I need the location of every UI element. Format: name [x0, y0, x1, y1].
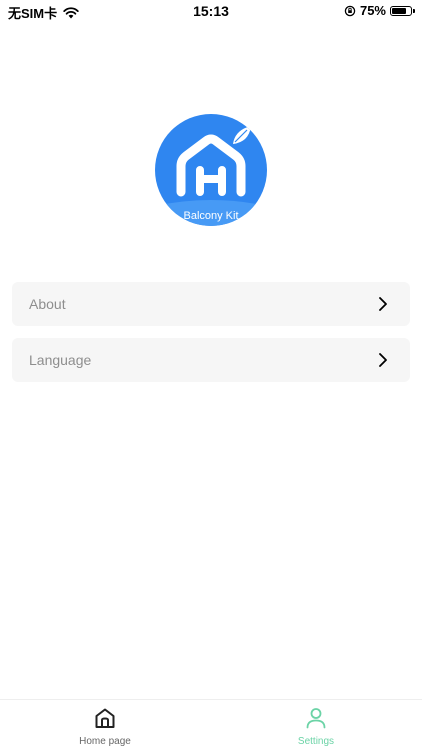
tab-bar: Home page Settings: [0, 699, 422, 751]
battery-fill: [392, 7, 406, 14]
tab-home-page[interactable]: Home page: [45, 706, 165, 750]
menu-item-label: Language: [29, 352, 92, 368]
chevron-right-icon: [379, 353, 387, 367]
orientation-lock-icon: [344, 5, 356, 16]
menu-item-label: About: [29, 296, 66, 312]
tab-label: Home page: [79, 736, 131, 747]
menu-item-about[interactable]: About: [12, 282, 410, 326]
logo-text: Balcony Kit: [183, 210, 239, 222]
battery-percent: 75%: [359, 3, 386, 18]
app-logo: Balcony Kit: [155, 114, 267, 226]
battery-cap: [413, 8, 415, 13]
tab-label: Settings: [297, 736, 335, 747]
status-right: 75%: [344, 3, 415, 18]
battery-icon: [390, 5, 415, 16]
chevron-right-icon: [379, 297, 387, 311]
tab-settings[interactable]: Settings: [256, 706, 376, 750]
menu-item-language[interactable]: Language: [12, 338, 410, 382]
user-icon: [306, 708, 326, 729]
status-bar: 无SIM卡 15:13 75%: [0, 0, 422, 24]
home-icon: [95, 708, 115, 728]
